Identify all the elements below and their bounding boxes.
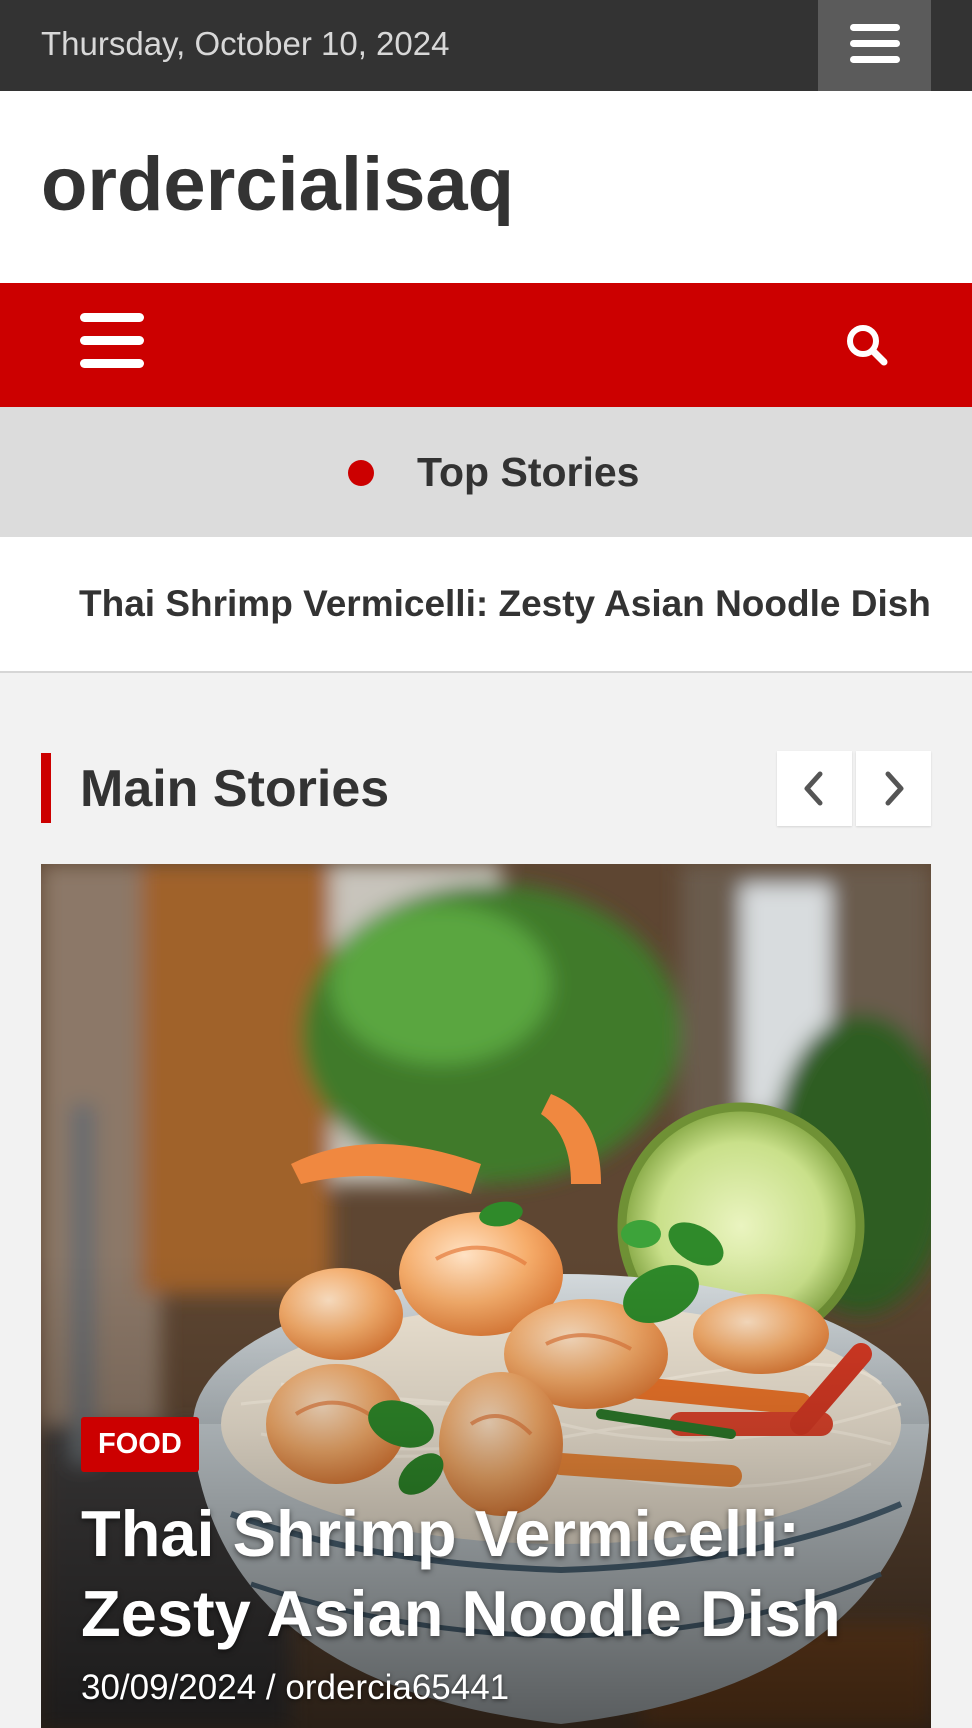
site-header: ordercialisaq (0, 91, 972, 283)
chevron-left-icon (804, 771, 823, 806)
story-author[interactable]: ordercia65441 (285, 1668, 509, 1707)
featured-story-title[interactable]: Thai Shrimp Vermicelli: Zesty Asian Nood… (81, 1494, 901, 1654)
live-dot-icon (348, 460, 374, 486)
chevron-right-icon (885, 771, 904, 806)
featured-story-card[interactable]: FOOD Thai Shrimp Vermicelli: Zesty Asian… (41, 864, 931, 1728)
nav-menu-button[interactable] (64, 313, 144, 377)
primary-nav (0, 283, 972, 407)
story-date[interactable]: 30/09/2024 (81, 1668, 256, 1707)
main-stories-title: Main Stories (80, 760, 390, 818)
top-bar: Thursday, October 10, 2024 (0, 0, 972, 91)
site-title[interactable]: ordercialisaq (41, 137, 514, 233)
top-stories-ticker: Thai Shrimp Vermicelli: Zesty Asian Nood… (0, 537, 972, 673)
category-badge[interactable]: FOOD (81, 1417, 199, 1472)
search-icon (847, 325, 888, 366)
story-meta: 30/09/2024 / ordercia65441 (81, 1666, 509, 1710)
top-stories-header: Top Stories (0, 407, 972, 537)
slider-next-button[interactable] (856, 751, 931, 826)
top-stories-title: Top Stories (417, 449, 640, 495)
hamburger-icon (850, 24, 900, 64)
top-menu-button[interactable] (818, 0, 931, 91)
section-accent-bar (41, 753, 51, 823)
slider-prev-button[interactable] (777, 751, 852, 826)
meta-separator: / (265, 1668, 276, 1707)
current-date: Thursday, October 10, 2024 (41, 25, 450, 62)
ticker-item[interactable]: Thai Shrimp Vermicelli: Zesty Asian Nood… (79, 581, 931, 627)
search-button[interactable] (832, 311, 904, 379)
